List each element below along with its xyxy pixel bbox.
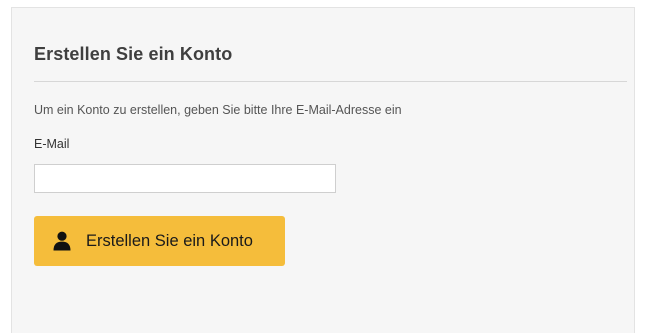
create-account-button-label: Erstellen Sie ein Konto <box>86 231 253 250</box>
title-divider <box>34 81 627 82</box>
user-icon <box>52 231 72 251</box>
create-account-button[interactable]: Erstellen Sie ein Konto <box>34 216 285 266</box>
page-title: Erstellen Sie ein Konto <box>34 44 233 64</box>
create-account-panel: Erstellen Sie ein Konto Um ein Konto zu … <box>11 7 635 333</box>
email-label: E-Mail <box>34 137 70 151</box>
intro-text: Um ein Konto zu erstellen, geben Sie bit… <box>34 103 402 117</box>
email-field[interactable] <box>34 164 336 193</box>
